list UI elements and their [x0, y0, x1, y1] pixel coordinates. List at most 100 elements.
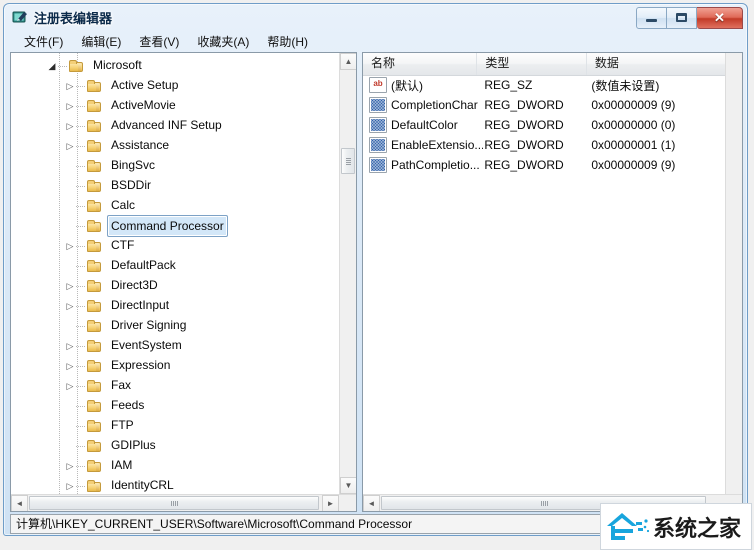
value-data-cell: 0x00000009 (9) [590, 158, 742, 172]
values-vertical-scrollbar[interactable] [725, 53, 742, 494]
registry-editor-icon [12, 9, 29, 26]
tree-item[interactable]: ◢Microsoft [11, 56, 338, 76]
column-header-type[interactable]: 类型 [477, 53, 586, 75]
tree-item[interactable]: ▷Active Setup [11, 76, 338, 96]
expand-chevron-icon[interactable]: ▷ [65, 461, 75, 471]
title-bar[interactable]: 注册表编辑器 ✕ [4, 4, 747, 31]
tree-item-label: EventSystem [107, 335, 186, 355]
tree-scroll-up-button[interactable]: ▲ [340, 53, 357, 70]
tree-item[interactable]: GDIPlus [11, 436, 338, 456]
tree-item-label: DefaultPack [107, 255, 180, 275]
tree-scroll-down-button[interactable]: ▼ [340, 477, 357, 494]
tree-guide-stub [58, 66, 67, 67]
value-type-cell: REG_DWORD [483, 158, 590, 172]
tree-item[interactable]: ▷CTF [11, 236, 338, 256]
values-scroll-left-button[interactable]: ◄ [363, 495, 380, 512]
tree-vertical-scrollbar[interactable]: ▲ ▼ [339, 53, 356, 494]
tree-item-label: Calc [107, 195, 139, 215]
tree-guide-stub [76, 286, 85, 287]
expand-chevron-icon[interactable]: ▷ [65, 121, 75, 131]
value-name-cell: DefaultColor [391, 118, 483, 132]
tree-scroll-viewport[interactable]: ◢Microsoft▷Active Setup▷ActiveMovie▷Adva… [11, 53, 338, 496]
tree-horizontal-scrollbar[interactable]: ◄ ► [11, 494, 356, 511]
tree-item-label: FTP [107, 415, 138, 435]
close-button[interactable]: ✕ [697, 7, 743, 29]
folder-icon [87, 220, 102, 233]
menu-favorites[interactable]: 收藏夹(A) [188, 31, 258, 52]
column-header-name[interactable]: 名称 [363, 53, 477, 75]
tree-item-label: GDIPlus [107, 435, 160, 455]
tree-guide-stub [76, 366, 85, 367]
minimize-button[interactable] [636, 7, 667, 29]
tree-scroll-thumb[interactable] [341, 148, 355, 174]
tree-scroll-left-button[interactable]: ◄ [11, 495, 28, 512]
maximize-button[interactable] [667, 7, 697, 29]
tree-item[interactable]: ▷DirectInput [11, 296, 338, 316]
registry-key-tree: ◢Microsoft▷Active Setup▷ActiveMovie▷Adva… [11, 53, 338, 496]
client-area: ◢Microsoft▷Active Setup▷ActiveMovie▷Adva… [10, 52, 743, 512]
tree-item[interactable]: ▷Fax [11, 376, 338, 396]
expand-chevron-icon[interactable]: ▷ [65, 341, 75, 351]
chevron-right-icon: ► [327, 499, 335, 508]
tree-item[interactable]: ▷ IdentityCRL [11, 476, 338, 496]
expand-chevron-icon[interactable]: ▷ [65, 381, 75, 391]
value-name-cell: EnableExtensio... [391, 138, 483, 152]
tree-item-selected[interactable]: Command Processor [11, 216, 338, 236]
tree-item[interactable]: FTP [11, 416, 338, 436]
menu-view[interactable]: 查看(V) [130, 31, 188, 52]
tree-item[interactable]: ▷Advanced INF Setup [11, 116, 338, 136]
tree-scroll-right-button[interactable]: ► [322, 495, 339, 512]
value-row[interactable]: EnableExtensio...REG_DWORD0x00000001 (1) [363, 135, 742, 155]
tree-item-label: Feeds [107, 395, 148, 415]
folder-icon [87, 380, 102, 393]
tree-item-label: IdentityCRL [107, 475, 178, 495]
tree-item[interactable]: Feeds [11, 396, 338, 416]
tree-guide-stub [76, 246, 85, 247]
menu-file[interactable]: 文件(F) [15, 31, 72, 52]
value-row[interactable]: DefaultColorREG_DWORD0x00000000 (0) [363, 115, 742, 135]
folder-icon [87, 180, 102, 193]
tree-item-label: Assistance [107, 135, 173, 155]
menu-edit[interactable]: 编辑(E) [72, 31, 130, 52]
expand-chevron-icon[interactable]: ▷ [65, 101, 75, 111]
column-header-data[interactable]: 数据 [587, 53, 742, 75]
tree-item[interactable]: BingSvc [11, 156, 338, 176]
value-data-cell: 0x00000000 (0) [590, 118, 742, 132]
tree-item[interactable]: Driver Signing [11, 316, 338, 336]
value-row[interactable]: ab(默认)REG_SZ(数值未设置) [363, 75, 742, 95]
tree-item[interactable]: Calc [11, 196, 338, 216]
value-row[interactable]: CompletionCharREG_DWORD0x00000009 (9) [363, 95, 742, 115]
tree-item[interactable]: ▷ Assistance [11, 136, 338, 156]
expand-chevron-icon[interactable]: ▷ [65, 81, 75, 91]
expand-chevron-icon[interactable]: ▷ [65, 481, 75, 491]
close-icon: ✕ [697, 8, 742, 28]
dword-value-icon [369, 137, 387, 153]
expand-chevron-icon[interactable]: ▷ [65, 301, 75, 311]
tree-guide-stub [76, 426, 85, 427]
tree-item-label: Direct3D [107, 275, 162, 295]
window-controls: ✕ [636, 7, 743, 28]
menu-help[interactable]: 帮助(H) [258, 31, 317, 52]
tree-item[interactable]: BSDDir [11, 176, 338, 196]
expand-chevron-icon[interactable]: ▷ [65, 241, 75, 251]
expand-chevron-icon[interactable]: ▷ [65, 141, 75, 151]
value-row[interactable]: PathCompletio...REG_DWORD0x00000009 (9) [363, 155, 742, 175]
dword-value-icon [369, 97, 387, 113]
tree-item[interactable]: ▷IAM [11, 456, 338, 476]
tree-hscroll-thumb[interactable] [29, 496, 319, 510]
expand-chevron-icon[interactable]: ▷ [65, 361, 75, 371]
collapse-chevron-icon[interactable]: ◢ [47, 61, 57, 71]
folder-icon [87, 120, 102, 133]
xitongzhijia-house-logo-icon [605, 510, 653, 544]
value-name-cell: CompletionChar [391, 98, 483, 112]
tree-item[interactable]: ▷ActiveMovie [11, 96, 338, 116]
value-data-cell: (数值未设置) [590, 77, 742, 94]
tree-item[interactable]: ▷Expression [11, 356, 338, 376]
tree-item-label: Command Processor [107, 215, 228, 237]
chevron-up-icon: ▲ [345, 57, 353, 66]
chevron-left-icon: ◄ [368, 499, 376, 508]
tree-item[interactable]: ▷ EventSystem [11, 336, 338, 356]
expand-chevron-icon[interactable]: ▷ [65, 281, 75, 291]
tree-item[interactable]: DefaultPack [11, 256, 338, 276]
tree-item[interactable]: ▷ Direct3D [11, 276, 338, 296]
